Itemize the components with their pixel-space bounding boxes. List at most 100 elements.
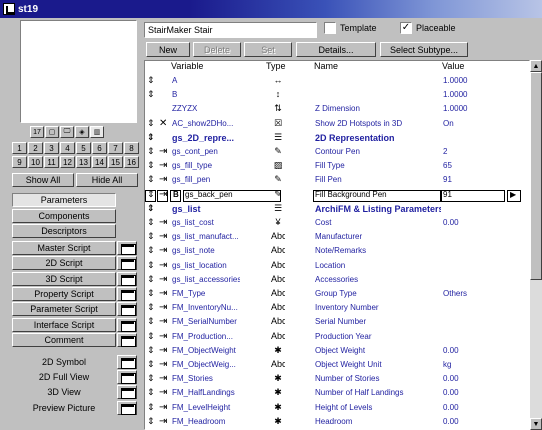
window-icon[interactable] xyxy=(117,332,137,347)
table-row[interactable]: ⇕ ⇥ FM_Production... Abc Production Year xyxy=(145,331,529,345)
parameter-name[interactable]: Number of Stories xyxy=(315,374,441,383)
drag-handle-icon[interactable]: ⇕ xyxy=(147,274,157,285)
type-icon[interactable]: ☒ xyxy=(271,118,285,129)
variable-name[interactable]: FM_Production... xyxy=(172,332,240,341)
parameter-name[interactable]: Cost xyxy=(315,218,441,227)
type-icon[interactable]: ☰ xyxy=(271,132,285,143)
type-icon[interactable]: ✱ xyxy=(271,345,285,356)
table-row[interactable]: ⇕ ⇥ gs_list_manufact... Abc Manufacturer xyxy=(145,231,529,245)
variable-name[interactable]: gs_list_location xyxy=(172,261,240,270)
pen-number-button[interactable]: 10 xyxy=(28,156,43,168)
type-icon[interactable]: ↕ xyxy=(271,89,285,99)
drag-handle-icon[interactable]: ⇕ xyxy=(147,373,157,384)
parameter-name[interactable]: Fill Type xyxy=(315,161,441,170)
show-all-button[interactable]: Show All xyxy=(12,173,74,187)
table-row[interactable]: ⇕ ⇥ gs_list_location Abc Location xyxy=(145,260,529,274)
variable-name[interactable]: ZZYZX xyxy=(172,104,240,113)
parameter-table[interactable]: ⇕ A ↔ 1.0000 ⇕ B ↕ 1.0000 ZZYZX ⇅ Z Dimension 1.000… xyxy=(144,60,530,430)
parameter-value[interactable]: kg xyxy=(443,360,493,369)
pen-number-button[interactable]: 11 xyxy=(44,156,59,168)
variable-name[interactable]: AC_show2DHo... xyxy=(172,119,240,128)
parameter-name[interactable]: Height of Levels xyxy=(315,403,441,412)
drag-handle-icon[interactable]: ⇕ xyxy=(147,231,157,242)
table-row[interactable]: ⇕ ⇥ FM_HalfLandings ✱ Number of Half Landing… xyxy=(145,387,529,401)
value-arrow-icon[interactable]: ▶ xyxy=(510,190,516,199)
variable-name[interactable]: FM_Type xyxy=(172,289,240,298)
pen-number-button[interactable]: 5 xyxy=(76,142,91,154)
drag-handle-icon[interactable]: ⇕ xyxy=(147,359,157,370)
parameter-value[interactable]: 1.0000 xyxy=(443,104,493,113)
hide-all-button[interactable]: Hide All xyxy=(76,173,138,187)
drag-handle-icon[interactable]: ⇕ xyxy=(147,245,157,256)
parameter-name[interactable]: Fill Background Pen xyxy=(315,190,441,199)
type-icon[interactable]: Abc xyxy=(271,245,285,255)
view-mode-icon[interactable]: 17 xyxy=(30,126,44,138)
parameter-value[interactable]: 1.0000 xyxy=(443,76,493,85)
scrollbar-thumb[interactable] xyxy=(530,72,542,280)
pen-number-button[interactable]: 8 xyxy=(124,142,139,154)
flag-icon[interactable]: ⇥ xyxy=(159,316,173,327)
script-button[interactable]: Interface Script xyxy=(12,317,116,332)
flag-icon[interactable]: ⇥ xyxy=(159,359,173,370)
script-button[interactable]: Property Script xyxy=(12,286,116,301)
variable-name[interactable]: gs_fill_type xyxy=(172,161,240,170)
variable-name[interactable]: gs_list xyxy=(172,204,240,214)
pen-number-button[interactable]: 14 xyxy=(92,156,107,168)
drag-handle-icon[interactable]: ⇕ xyxy=(147,260,157,271)
type-icon[interactable]: Abc xyxy=(271,359,285,369)
flag-icon[interactable]: ⇥ xyxy=(159,345,173,356)
variable-name[interactable]: FM_InventoryNu... xyxy=(172,303,240,312)
drag-handle-icon[interactable]: ⇕ xyxy=(147,302,157,313)
parameter-name[interactable]: Note/Remarks xyxy=(315,246,441,255)
drag-handle-icon[interactable]: ⇕ xyxy=(147,402,157,413)
drag-handle-icon[interactable]: ⇕ xyxy=(147,316,157,327)
drag-handle-icon[interactable]: ⇕ xyxy=(147,387,157,398)
flag-icon[interactable]: ⇥ xyxy=(159,146,173,157)
script-button[interactable]: Master Script xyxy=(12,241,116,255)
parameter-name[interactable]: Object Weight xyxy=(315,346,441,355)
table-row[interactable]: ⇕ ⇥ FM_Type Abc Group Type Others xyxy=(145,288,529,302)
pen-number-button[interactable]: 9 xyxy=(12,156,27,168)
script-button[interactable]: Comment xyxy=(12,332,116,347)
variable-name[interactable]: FM_HalfLandings xyxy=(172,388,240,397)
flag-icon[interactable]: ⇥ xyxy=(159,373,173,384)
type-icon[interactable]: ↔ xyxy=(271,75,285,85)
table-row[interactable]: ⇕ ⇥ gs_fill_type ▨ Fill Type 65 xyxy=(145,160,529,174)
pen-number-button[interactable]: 1 xyxy=(12,142,27,154)
flag-icon[interactable]: ⇥ xyxy=(159,274,173,285)
variable-name[interactable]: gs_2D_repre... xyxy=(172,133,240,143)
type-icon[interactable]: Abc xyxy=(271,316,285,326)
window-icon[interactable] xyxy=(117,256,137,271)
parameter-value[interactable]: 0.00 xyxy=(443,374,493,383)
pen-number-button[interactable]: 15 xyxy=(108,156,123,168)
table-row[interactable]: B ▶ ⇕ ⇥ gs_back_pen ✎ Fill Background Pen 91 xyxy=(145,188,529,203)
type-icon[interactable]: ¥ xyxy=(271,217,285,227)
type-icon[interactable]: ⇅ xyxy=(271,103,285,114)
type-icon[interactable]: ✎ xyxy=(271,146,285,157)
table-row[interactable]: ⇕ ⇥ gs_list_cost ¥ Cost 0.00 xyxy=(145,217,529,231)
table-row[interactable]: ⇕ ⇥ gs_fill_pen ✎ Fill Pen 91 xyxy=(145,174,529,188)
variable-name[interactable]: FM_Headroom xyxy=(172,417,240,426)
details-button[interactable]: Details... xyxy=(296,42,376,57)
parameter-name[interactable]: Z Dimension xyxy=(315,104,441,113)
flag-icon[interactable]: ✕ xyxy=(159,118,173,129)
window-icon[interactable] xyxy=(117,302,137,317)
parameter-name[interactable]: Fill Pen xyxy=(315,175,441,184)
parameter-name[interactable]: Production Year xyxy=(315,332,441,341)
parameter-value[interactable]: 91 xyxy=(443,190,493,199)
variable-name[interactable]: gs_list_note xyxy=(172,246,240,255)
flag-icon[interactable]: ⇥ xyxy=(159,217,173,228)
window-icon[interactable] xyxy=(117,271,137,286)
parameter-value[interactable]: 0.00 xyxy=(443,346,493,355)
parameter-name[interactable]: ArchiFM & Listing Parameters xyxy=(315,204,441,214)
type-icon[interactable]: Abc xyxy=(271,331,285,341)
drag-handle-icon[interactable]: ⇕ xyxy=(147,331,157,342)
tab-parameters[interactable]: Parameters xyxy=(12,193,116,207)
window-icon[interactable] xyxy=(117,355,137,369)
parameter-value[interactable]: 1.0000 xyxy=(443,90,493,99)
parameter-value[interactable]: 0.00 xyxy=(443,218,493,227)
tab-components[interactable]: Components xyxy=(12,209,116,223)
variable-name[interactable]: gs_fill_pen xyxy=(172,175,240,184)
pen-number-button[interactable]: 6 xyxy=(92,142,107,154)
table-row[interactable]: ⇕ ⇥ gs_list_note Abc Note/Remarks xyxy=(145,245,529,259)
